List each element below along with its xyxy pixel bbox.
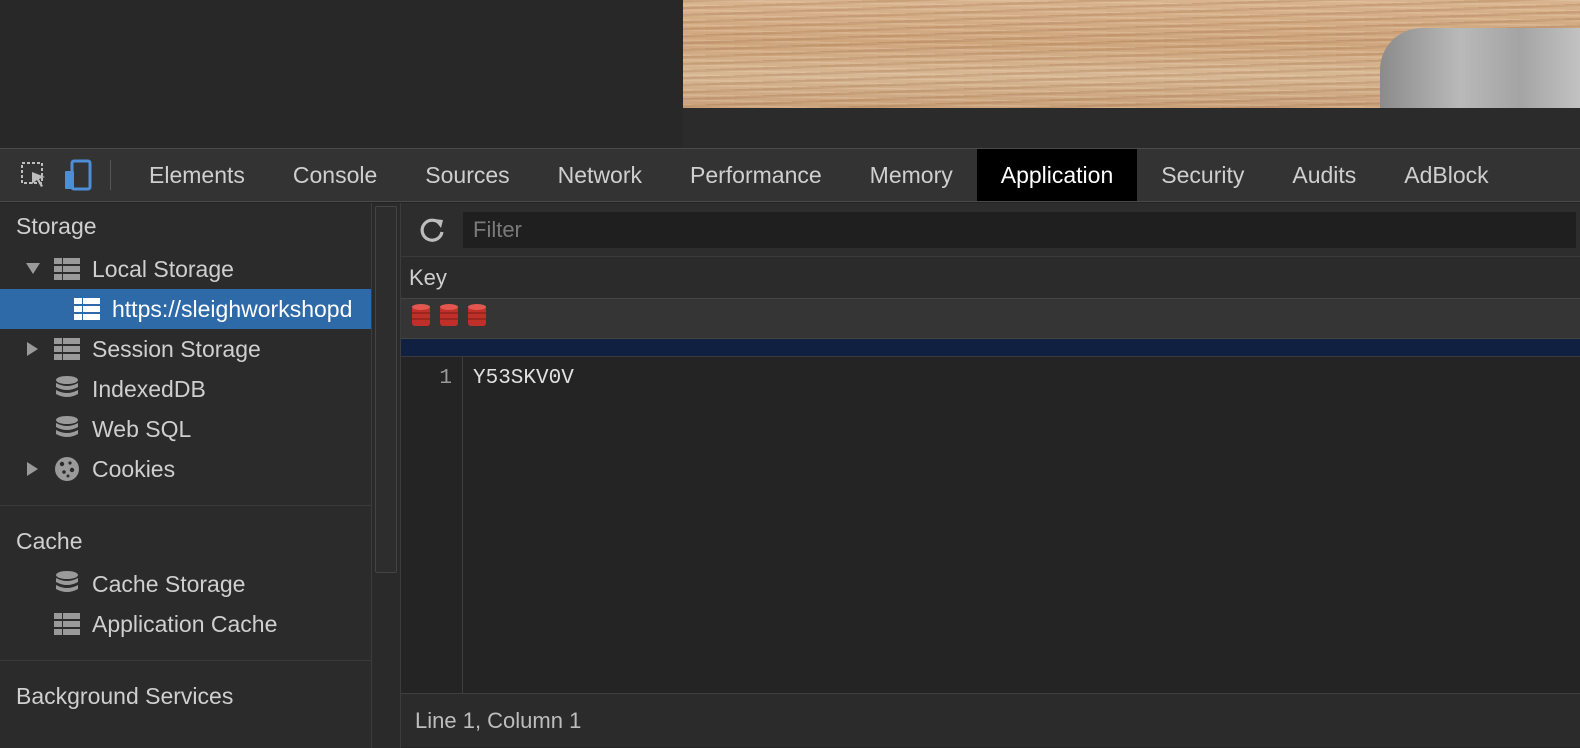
sidebar-item-label: Cache Storage: [92, 570, 246, 597]
background-services-section-title: Background Services: [16, 682, 234, 709]
key-column-header[interactable]: Key: [401, 257, 1580, 299]
panel-tabs: Elements Console Sources Network Performance…: [125, 149, 1513, 201]
editor-status-bar: Line 1, Column 1: [401, 693, 1580, 747]
tab-elements[interactable]: Elements: [125, 149, 269, 201]
line-number-gutter: 1: [401, 357, 463, 693]
collapsed-arrow-icon[interactable]: [24, 340, 42, 358]
selected-table-row[interactable]: [401, 339, 1580, 357]
tab-audits[interactable]: Audits: [1268, 149, 1380, 201]
grid-icon: [54, 256, 80, 282]
database-icon: [54, 376, 80, 402]
sidebar-item-local-storage-origin[interactable]: https://sleighworkshopd: [0, 289, 371, 329]
sidebar-item-cache-storage[interactable]: Cache Storage: [0, 564, 371, 604]
sidebar-item-label: Local Storage: [92, 255, 234, 282]
application-sidebar: Storage Local Storage https://sleighwork…: [0, 203, 371, 748]
code-area[interactable]: Y53SKV0V: [463, 357, 574, 693]
sidebar-item-label: Application Cache: [92, 610, 278, 637]
database-red-icon: [467, 303, 487, 334]
sidebar-item-label: Session Storage: [92, 335, 261, 362]
database-red-icon: [439, 303, 459, 334]
database-icon: [54, 571, 80, 597]
grid-icon: [54, 611, 80, 637]
storage-row-icons: [401, 299, 1580, 339]
sidebar-item-session-storage[interactable]: Session Storage: [0, 329, 371, 369]
sidebar-item-label: IndexedDB: [92, 375, 206, 402]
splitter-scroll-handle[interactable]: [375, 206, 397, 573]
section-divider: [0, 660, 371, 661]
tab-network[interactable]: Network: [534, 149, 666, 201]
toolbar-separator: [110, 160, 111, 190]
cookie-icon: [54, 456, 80, 482]
line-number: 1: [439, 367, 452, 390]
tab-performance[interactable]: Performance: [666, 149, 846, 201]
sidebar-item-cookies[interactable]: Cookies: [0, 449, 371, 489]
inspect-element-icon[interactable]: [12, 149, 56, 201]
page-dark-strip: [683, 108, 1580, 148]
devtools-toolbar: Elements Console Sources Network Performance…: [0, 148, 1580, 202]
sidebar-item-local-storage[interactable]: Local Storage: [0, 249, 371, 289]
grid-icon: [74, 296, 100, 322]
sidebar-item-label: Cookies: [92, 455, 176, 482]
grid-icon: [54, 336, 80, 362]
tab-adblock[interactable]: AdBlock: [1380, 149, 1512, 201]
page-viewport: [0, 0, 1580, 148]
device-toggle-icon[interactable]: [56, 149, 100, 201]
cache-section-title: Cache: [16, 527, 83, 554]
sidebar-item-application-cache[interactable]: Application Cache: [0, 604, 371, 644]
tab-security[interactable]: Security: [1137, 149, 1268, 201]
sidebar-splitter[interactable]: [371, 203, 401, 748]
filter-input[interactable]: [463, 211, 1576, 248]
collapsed-arrow-icon[interactable]: [24, 460, 42, 478]
filter-toolbar: [401, 203, 1580, 257]
column-header-label: Key: [409, 264, 447, 290]
storage-section-title: Storage: [16, 212, 97, 239]
value-editor[interactable]: 1 Y53SKV0V: [401, 357, 1580, 693]
metal-object-image: [1380, 28, 1580, 108]
sidebar-item-indexeddb[interactable]: IndexedDB: [0, 369, 371, 409]
storage-main-panel: Key 1 Y53SKV0V Line 1, Column 1: [401, 203, 1580, 748]
database-red-icon: [411, 303, 431, 334]
tab-memory[interactable]: Memory: [846, 149, 977, 201]
cursor-position: Line 1, Column 1: [415, 707, 582, 733]
sidebar-item-label: https://sleighworkshopd: [112, 295, 353, 322]
tab-sources[interactable]: Sources: [401, 149, 533, 201]
section-divider: [0, 505, 371, 506]
tab-application[interactable]: Application: [976, 149, 1138, 201]
tab-console[interactable]: Console: [269, 149, 401, 201]
refresh-icon[interactable]: [401, 203, 463, 257]
code-line: Y53SKV0V: [473, 367, 574, 390]
database-icon: [54, 416, 80, 442]
expanded-arrow-icon[interactable]: [24, 260, 42, 278]
sidebar-item-web-sql[interactable]: Web SQL: [0, 409, 371, 449]
sidebar-item-label: Web SQL: [92, 415, 192, 442]
